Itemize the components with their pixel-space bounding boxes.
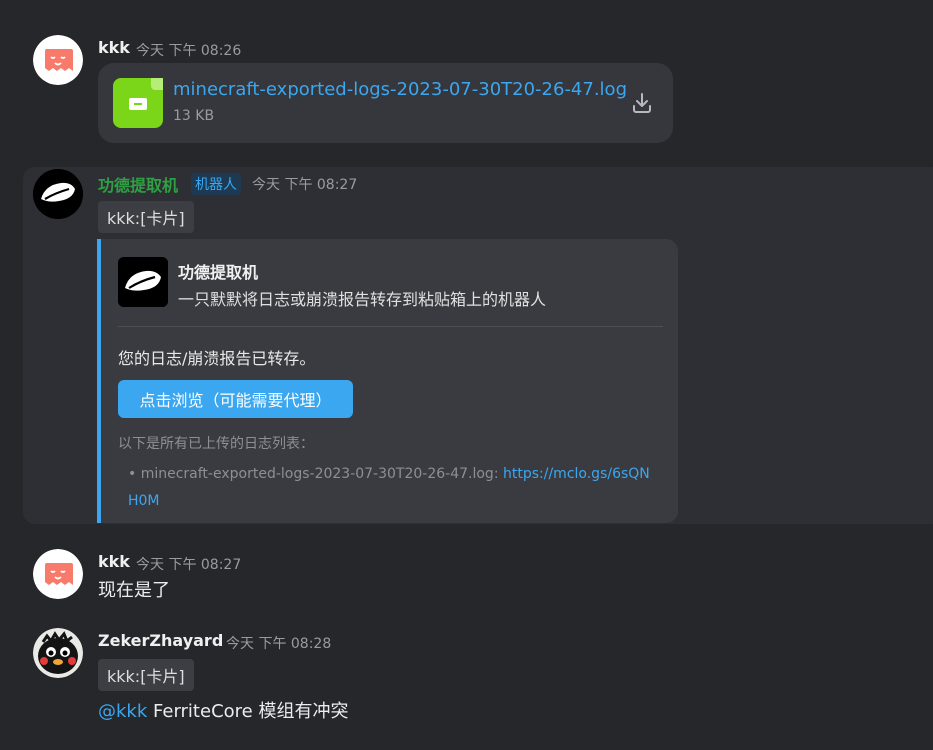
file-size: 13 KB (173, 108, 215, 124)
embed-list-item: • minecraft-exported-logs-2023-07-30T20-… (128, 461, 658, 515)
timestamp: 今天 下午 08:26 (136, 43, 242, 59)
file-attachment[interactable]: minecraft-exported-logs-2023-07-30T20-26… (98, 63, 673, 143)
file-name-link[interactable]: minecraft-exported-logs-2023-07-30T20-26… (173, 79, 627, 100)
bot-badge: 机器人 (191, 173, 241, 195)
message-text: @kkk FerriteCore 模组有冲突 (98, 697, 348, 723)
mention-link[interactable]: @kkk (98, 701, 147, 722)
author-name[interactable]: kkk (98, 552, 130, 571)
author-name[interactable]: kkk (98, 38, 130, 57)
view-log-button[interactable]: 点击浏览（可能需要代理） (118, 380, 353, 418)
message-text: 现在是了 (98, 580, 170, 601)
card-chip[interactable]: kkk:[卡片] (98, 201, 194, 233)
avatar-kkk[interactable] (33, 35, 83, 85)
timestamp: 今天 下午 08:27 (252, 177, 358, 193)
avatar-bot[interactable] (33, 169, 83, 219)
author-name[interactable]: ZekerZhayard (98, 631, 223, 650)
bot-embed-thumbnail (118, 257, 168, 307)
avatar-zeker[interactable] (33, 628, 83, 678)
author-name[interactable]: 功德提取机 (98, 172, 178, 196)
embed-description: 一只默默将日志或崩溃报告转存到粘贴箱上的机器人 (178, 290, 547, 309)
embed-body-text: 您的日志/崩溃报告已转存。 (118, 349, 316, 368)
embed-title: 功德提取机 (178, 263, 259, 282)
bot-embed-card: 功德提取机 一只默默将日志或崩溃报告转存到粘贴箱上的机器人 您的日志/崩溃报告已… (97, 239, 678, 523)
card-chip[interactable]: kkk:[卡片] (98, 659, 194, 691)
log-file-name: • minecraft-exported-logs-2023-07-30T20-… (128, 466, 503, 482)
file-icon (113, 78, 163, 128)
message-text-body: FerriteCore 模组有冲突 (147, 701, 349, 722)
download-icon[interactable] (630, 91, 654, 115)
timestamp: 今天 下午 08:27 (136, 557, 242, 573)
embed-list-heading: 以下是所有已上传的日志列表： (118, 436, 314, 452)
timestamp: 今天 下午 08:28 (226, 636, 332, 652)
avatar-kkk[interactable] (33, 549, 83, 599)
embed-divider (118, 326, 663, 327)
